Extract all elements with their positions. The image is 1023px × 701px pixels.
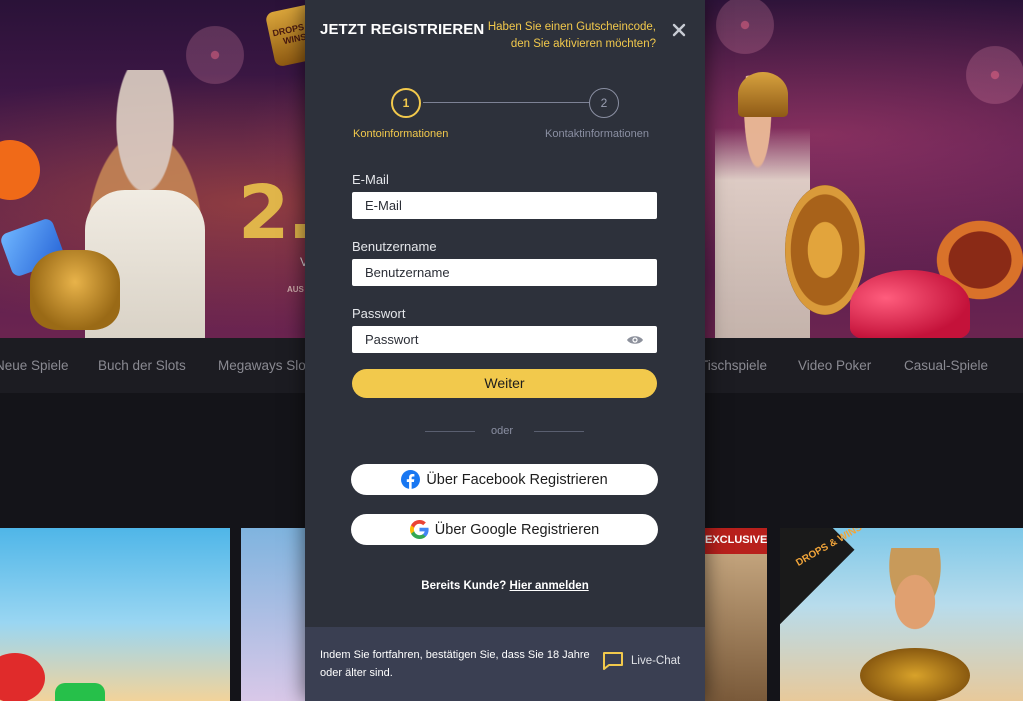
email-label: E-Mail	[352, 172, 389, 187]
firework-decoration	[700, 0, 790, 70]
password-field[interactable]	[352, 326, 657, 353]
google-register-button[interactable]: Über Google Registrieren	[351, 514, 658, 545]
login-link[interactable]: Hier anmelden	[509, 580, 588, 592]
heart-candy-image	[850, 270, 970, 338]
facebook-icon	[401, 470, 421, 489]
game-tile[interactable]	[241, 528, 305, 701]
step-indicator-1: 1	[391, 88, 421, 118]
firework-decoration	[950, 30, 1023, 120]
game-tile[interactable]: DROPS & WINS	[780, 528, 1023, 701]
step-label-contact: Kontaktinformationen	[545, 128, 649, 140]
age-disclaimer: Indem Sie fortfahren, bestätigen Sie, da…	[320, 649, 590, 679]
registration-modal: JETZT REGISTRIEREN Haben Sie einen Gutsc…	[305, 0, 705, 701]
nav-item-video-poker[interactable]: Video Poker	[798, 358, 871, 373]
exclusive-badge: EXCLUSIVE	[705, 528, 767, 554]
voucher-code-link[interactable]: Haben Sie einen Gutscheincode, den Sie a…	[466, 19, 656, 53]
live-chat-button[interactable]: Live-Chat	[602, 651, 680, 671]
banner-headline: 2.	[238, 170, 316, 256]
google-register-label: Über Google Registrieren	[434, 521, 600, 538]
candy-decoration	[55, 683, 105, 701]
nav-item-book-slots[interactable]: Buch der Slots	[98, 358, 186, 373]
step-indicator-2: 2	[589, 88, 619, 118]
candy-decoration	[0, 140, 40, 200]
helmet-image	[738, 72, 788, 117]
email-field[interactable]	[352, 192, 657, 219]
google-icon	[409, 520, 429, 539]
stepper-line	[423, 102, 591, 103]
fish-image	[860, 648, 970, 701]
username-label: Benutzername	[352, 239, 437, 254]
divider-line	[534, 431, 584, 432]
or-divider-label: oder	[491, 425, 514, 437]
cowboy-character-image	[875, 548, 955, 638]
gold-pot-image	[30, 250, 120, 330]
password-label: Passwort	[352, 306, 406, 321]
existing-customer-text: Bereits Kunde?	[421, 580, 507, 592]
live-chat-label: Live-Chat	[631, 655, 681, 667]
continue-button[interactable]: Weiter	[352, 369, 657, 398]
nav-item-table-games[interactable]: Tischspiele	[700, 358, 767, 373]
close-icon[interactable]	[671, 22, 687, 38]
nav-item-casual-games[interactable]: Casual-Spiele	[904, 358, 988, 373]
username-field[interactable]	[352, 259, 657, 286]
facebook-register-button[interactable]: Über Facebook Registrieren	[351, 464, 658, 495]
modal-title: JETZT REGISTRIEREN	[320, 21, 485, 38]
existing-customer-line: Bereits Kunde? Hier anmelden	[305, 580, 705, 592]
candy-decoration	[0, 653, 45, 701]
facebook-register-label: Über Facebook Registrieren	[426, 471, 608, 488]
nav-item-new-games[interactable]: Neue Spiele	[0, 358, 69, 373]
step-label-account: Kontoinformationen	[353, 128, 449, 140]
game-tile[interactable]	[0, 528, 230, 701]
divider-line	[425, 431, 475, 432]
eye-icon[interactable]	[626, 333, 644, 345]
chat-bubble-icon	[603, 652, 623, 670]
modal-footer: Indem Sie fortfahren, bestätigen Sie, da…	[305, 627, 705, 701]
game-tile[interactable]: EXCLUSIVE	[705, 528, 767, 701]
nav-item-megaways[interactable]: Megaways Slo	[218, 358, 306, 373]
